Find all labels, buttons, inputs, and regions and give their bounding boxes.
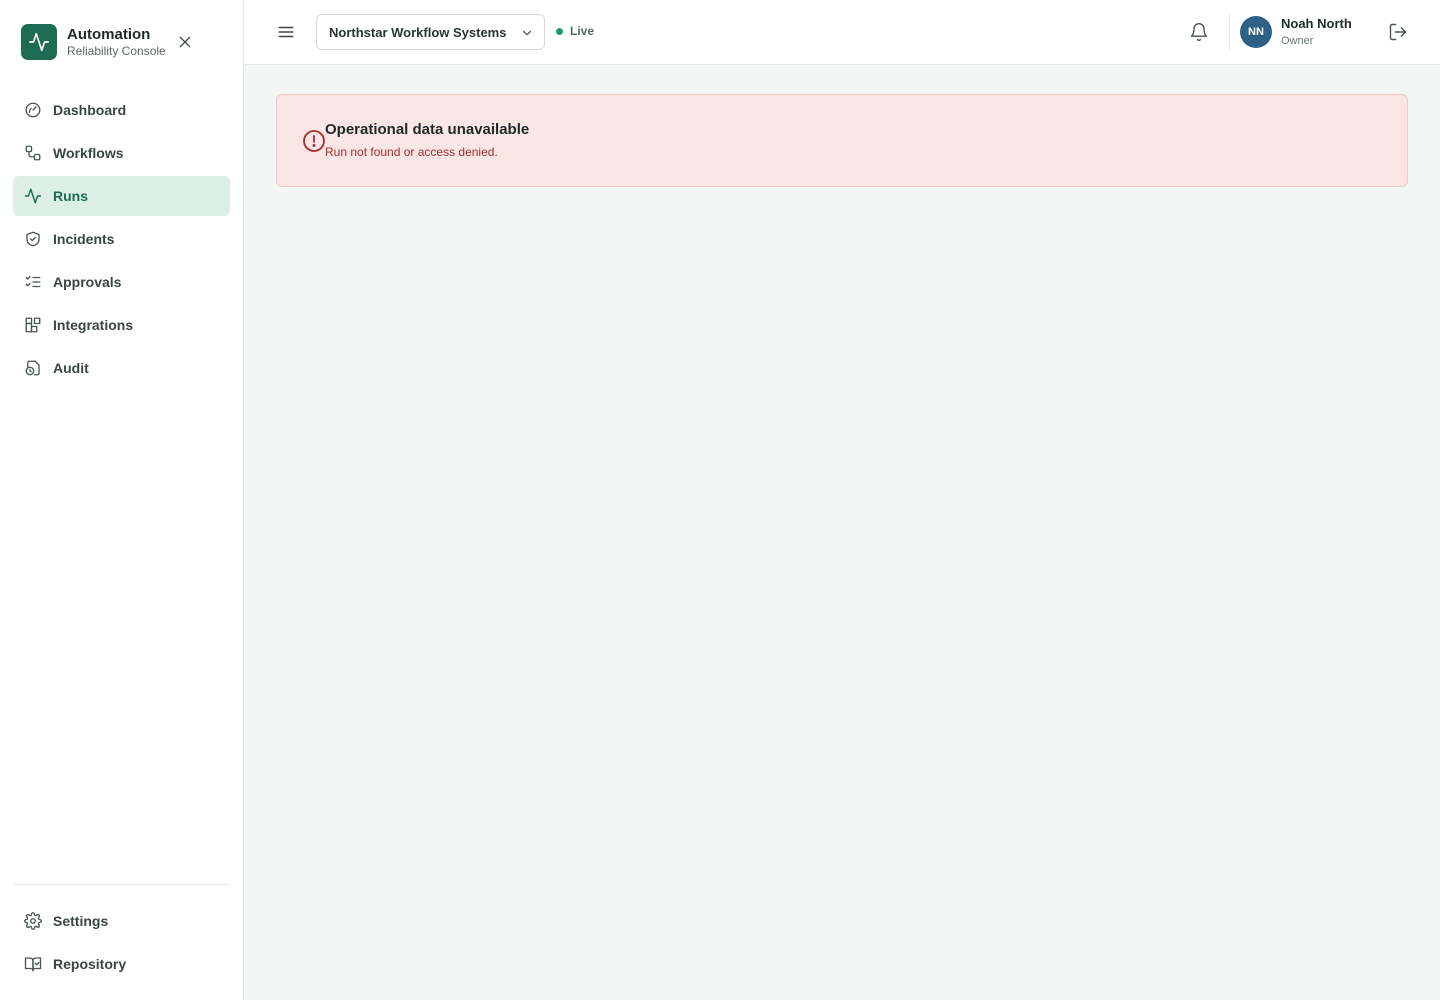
sidebar-item-integrations[interactable]: Integrations — [13, 305, 230, 345]
brand-title: Automation — [67, 25, 151, 43]
book-check-icon — [24, 955, 42, 973]
sidebar-item-label: Repository — [53, 956, 127, 972]
shield-check-icon — [24, 230, 42, 248]
logout-button[interactable] — [1388, 22, 1408, 42]
alert-message: Run not found or access denied. — [325, 145, 498, 159]
sidebar: Automation Reliability Console Dashboard… — [0, 0, 244, 1000]
sidebar-item-label: Dashboard — [53, 102, 127, 118]
sidebar-nav: Dashboard Workflows Runs Incidents Appro… — [13, 90, 230, 391]
activity-icon — [29, 32, 49, 52]
sidebar-item-repository[interactable]: Repository — [13, 944, 230, 984]
sidebar-item-label: Approvals — [53, 274, 122, 290]
user-name: Noah North — [1281, 16, 1352, 31]
live-status: Live — [556, 24, 594, 38]
sidebar-item-label: Integrations — [53, 317, 134, 333]
sidebar-item-incidents[interactable]: Incidents — [13, 219, 230, 259]
sidebar-item-label: Incidents — [53, 231, 115, 247]
chevron-down-icon — [522, 30, 532, 36]
sidebar-item-settings[interactable]: Settings — [13, 901, 230, 941]
error-alert: Operational data unavailable Run not fou… — [276, 94, 1408, 187]
blocks-icon — [24, 316, 42, 334]
avatar[interactable]: NN — [1240, 16, 1272, 48]
organization-select[interactable]: Northstar Workflow Systems — [316, 14, 545, 50]
brand: Automation Reliability Console — [21, 24, 166, 60]
user-role: Owner — [1281, 35, 1314, 47]
brand-logo — [21, 24, 57, 60]
sidebar-item-label: Settings — [53, 913, 109, 929]
gauge-icon — [24, 101, 42, 119]
sidebar-bottom-nav: Settings Repository — [13, 901, 230, 987]
logout-icon — [1389, 23, 1407, 41]
bell-icon — [1190, 23, 1208, 42]
sidebar-item-label: Audit — [53, 360, 89, 376]
file-clock-icon — [24, 359, 42, 377]
notifications-button[interactable] — [1189, 22, 1209, 42]
live-dot — [556, 27, 563, 35]
sidebar-item-label: Workflows — [53, 145, 124, 161]
organization-name: Northstar Workflow Systems — [329, 24, 507, 40]
sidebar-item-audit[interactable]: Audit — [13, 348, 230, 388]
alert-circle-icon — [303, 130, 325, 152]
close-sidebar-button[interactable] — [175, 32, 195, 52]
sidebar-item-runs[interactable]: Runs — [13, 176, 230, 216]
sidebar-divider — [13, 884, 230, 885]
header-divider — [1229, 14, 1230, 50]
hamburger-icon — [278, 26, 294, 38]
top-bar: Northstar Workflow Systems Live NN Noah … — [244, 0, 1440, 65]
menu-button[interactable] — [274, 20, 298, 44]
list-checks-icon — [24, 273, 42, 291]
sidebar-item-dashboard[interactable]: Dashboard — [13, 90, 230, 130]
live-status-label: Live — [570, 24, 595, 38]
sidebar-item-workflows[interactable]: Workflows — [13, 133, 230, 173]
sidebar-item-approvals[interactable]: Approvals — [13, 262, 230, 302]
alert-title: Operational data unavailable — [325, 121, 530, 138]
activity-icon — [24, 187, 42, 205]
gear-icon — [24, 912, 42, 930]
workflow-icon — [24, 144, 42, 162]
sidebar-item-label: Runs — [53, 188, 88, 204]
close-icon — [179, 36, 191, 48]
brand-subtitle: Reliability Console — [67, 43, 166, 58]
